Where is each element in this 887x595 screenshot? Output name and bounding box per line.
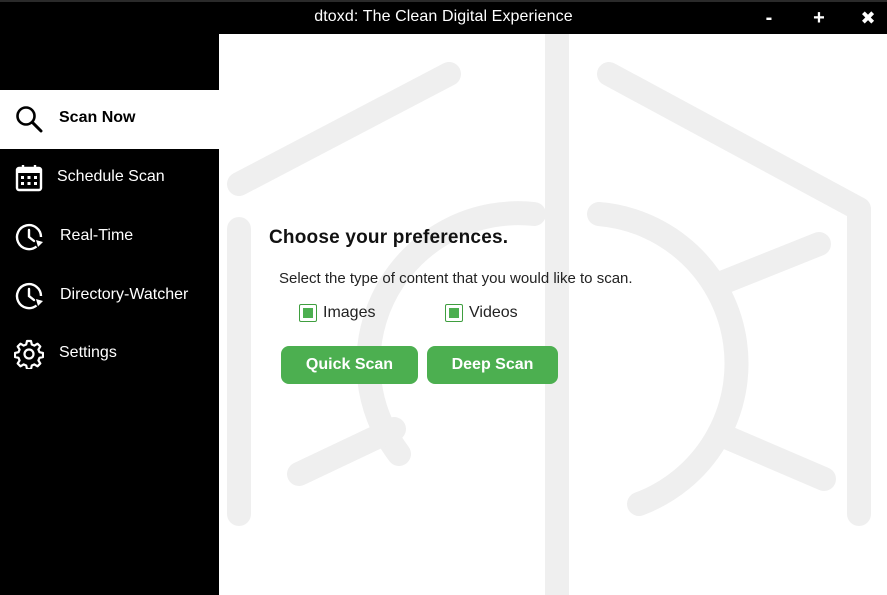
gear-icon <box>14 339 44 369</box>
sidebar-item-label: Settings <box>59 344 117 361</box>
calendar-icon <box>14 163 44 193</box>
title-bar: dtoxd: The Clean Digital Experience - + … <box>0 0 887 34</box>
videos-checkbox-box[interactable] <box>445 304 463 322</box>
sidebar-item-real-time[interactable]: Real-Time <box>0 208 219 267</box>
close-button[interactable]: ✖ <box>855 7 881 29</box>
minimize-button[interactable]: - <box>756 7 782 29</box>
sidebar-item-label: Schedule Scan <box>57 168 165 185</box>
videos-checkbox[interactable]: Videos <box>445 303 535 323</box>
window-title: dtoxd: The Clean Digital Experience <box>314 8 573 25</box>
sidebar-item-label: Real-Time <box>60 227 134 244</box>
main-content: Choose your preferences. Select the type… <box>219 34 887 595</box>
sidebar-item-label: Scan Now <box>59 109 136 126</box>
videos-checkbox-label: Videos <box>469 304 518 321</box>
search-icon <box>14 104 44 134</box>
quick-scan-button[interactable]: Quick Scan <box>281 346 418 384</box>
clock-history-icon <box>14 281 44 311</box>
maximize-button[interactable]: + <box>806 7 832 29</box>
images-checkbox-box[interactable] <box>299 304 317 322</box>
preferences-subtitle: Select the type of content that you woul… <box>279 270 633 287</box>
sidebar: Scan Now Schedule Scan Real-Time Directo… <box>0 34 219 595</box>
sidebar-item-label: Directory-Watcher <box>60 286 189 303</box>
deep-scan-button[interactable]: Deep Scan <box>427 346 558 384</box>
sidebar-item-schedule-scan[interactable]: Schedule Scan <box>0 149 219 208</box>
sidebar-item-settings[interactable]: Settings <box>0 325 219 384</box>
images-checkbox-label: Images <box>323 304 376 321</box>
sidebar-item-scan-now[interactable]: Scan Now <box>0 90 219 149</box>
sidebar-item-directory-watcher[interactable]: Directory-Watcher <box>0 267 219 326</box>
clock-history-icon <box>14 222 44 252</box>
images-checkbox[interactable]: Images <box>299 303 389 323</box>
page-title: Choose your preferences. <box>269 227 509 248</box>
